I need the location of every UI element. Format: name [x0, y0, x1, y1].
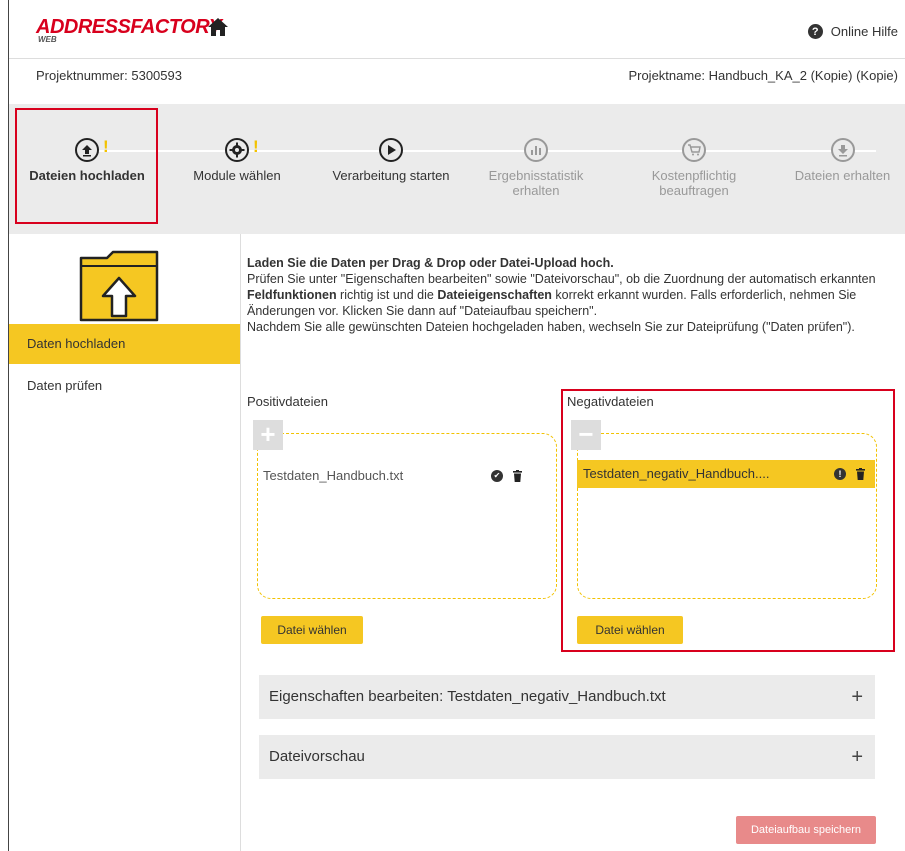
chart-icon: [524, 138, 548, 162]
intro-text: Laden Sie die Daten per Drag & Drop oder…: [247, 255, 887, 335]
step-dateien-hochladen[interactable]: ! Dateien hochladen: [23, 137, 151, 183]
expand-plus-icon[interactable]: +: [851, 675, 863, 719]
gear-icon: !: [225, 137, 259, 162]
help-icon: ?: [807, 24, 823, 39]
positive-choose-file-button[interactable]: Datei wählen: [261, 616, 363, 644]
positive-file-row[interactable]: Testdaten_Handbuch.txt ✔: [257, 462, 532, 490]
left-nav: Daten hochladen Daten prüfen: [9, 234, 241, 851]
logo-sub: WEB: [38, 35, 57, 44]
nav-daten-pruefen[interactable]: Daten prüfen: [9, 366, 240, 406]
positive-files-label: Positivdateien: [247, 394, 328, 409]
positive-file-name: Testdaten_Handbuch.txt: [263, 468, 404, 483]
step-label: Ergebnisstatistik erhalten: [488, 168, 584, 198]
preview-accordion-title: Dateivorschau: [269, 748, 365, 765]
step-module-waehlen[interactable]: ! Module wählen: [181, 137, 293, 183]
project-name: Projektname: Handbuch_KA_2 (Kopie) (Kopi…: [628, 68, 898, 83]
intro-paragraph-2: Nachdem Sie alle gewünschten Dateien hoc…: [247, 320, 855, 334]
cart-icon: [682, 138, 706, 162]
warning-icon: !: [103, 137, 109, 156]
add-positive-file-button[interactable]: +: [253, 420, 283, 450]
expand-plus-icon[interactable]: +: [851, 735, 863, 779]
save-file-structure-button[interactable]: Dateiaufbau speichern: [736, 816, 876, 844]
negative-dropzone[interactable]: [577, 433, 877, 599]
exclamation-icon: !: [834, 468, 846, 480]
negative-files-label: Negativdateien: [567, 394, 654, 409]
intro-title: Laden Sie die Daten per Drag & Drop oder…: [247, 256, 614, 270]
negative-file-name: Testdaten_negativ_Handbuch....: [583, 466, 770, 481]
preview-accordion[interactable]: Dateivorschau +: [259, 735, 875, 779]
warning-icon: !: [253, 137, 259, 156]
online-help-label: Online Hilfe: [830, 24, 898, 39]
logo[interactable]: ADDRESSFACTORY WEB: [36, 16, 222, 44]
project-meta-row: Projektnummer: 5300593 Projektname: Hand…: [9, 58, 905, 104]
play-icon: [379, 138, 403, 162]
download-icon: [830, 138, 855, 162]
top-bar: ADDRESSFACTORY WEB ? Online Hilfe: [9, 0, 905, 58]
remove-negative-file-button[interactable]: −: [571, 420, 601, 450]
step-kostenpflichtig-beauftragen: Kostenpflichtig beauftragen: [634, 138, 754, 198]
intro-paragraph-1: Prüfen Sie unter "Eigenschaften bearbeit…: [247, 272, 876, 318]
trash-icon[interactable]: [856, 468, 865, 480]
step-ergebnisstatistik: Ergebnisstatistik erhalten: [481, 138, 591, 198]
step-verarbeitung-starten[interactable]: Verarbeitung starten: [321, 138, 461, 183]
properties-accordion-title: Eigenschaften bearbeiten: Testdaten_nega…: [269, 688, 666, 705]
step-dateien-erhalten: Dateien erhalten: [785, 138, 900, 183]
step-label: Dateien erhalten: [794, 168, 891, 183]
home-icon[interactable]: [207, 17, 229, 37]
project-number: Projektnummer: 5300593: [36, 68, 182, 83]
logo-text: ADDRESSFACTORY: [36, 16, 222, 38]
app-frame: ADDRESSFACTORY WEB ? Online Hilfe Projek…: [8, 0, 905, 851]
step-label: Kostenpflichtig beauftragen: [651, 168, 737, 198]
process-stepper: ! Dateien hochladen ! Module wählen Vera…: [9, 104, 905, 234]
online-help-link[interactable]: ? Online Hilfe: [807, 24, 898, 39]
trash-icon[interactable]: [513, 470, 522, 482]
negative-file-row[interactable]: Testdaten_negativ_Handbuch.... !: [577, 460, 875, 488]
folder-upload-icon: [79, 250, 159, 322]
positive-dropzone[interactable]: [257, 433, 557, 599]
nav-daten-hochladen[interactable]: Daten hochladen: [9, 324, 240, 364]
check-icon: ✔: [491, 470, 503, 482]
step-label: Verarbeitung starten: [332, 168, 450, 183]
negative-choose-file-button[interactable]: Datei wählen: [577, 616, 683, 644]
step-label: Module wählen: [193, 168, 281, 183]
upload-icon: !: [75, 137, 109, 162]
properties-accordion[interactable]: Eigenschaften bearbeiten: Testdaten_nega…: [259, 675, 875, 719]
step-label: Dateien hochladen: [29, 168, 145, 183]
